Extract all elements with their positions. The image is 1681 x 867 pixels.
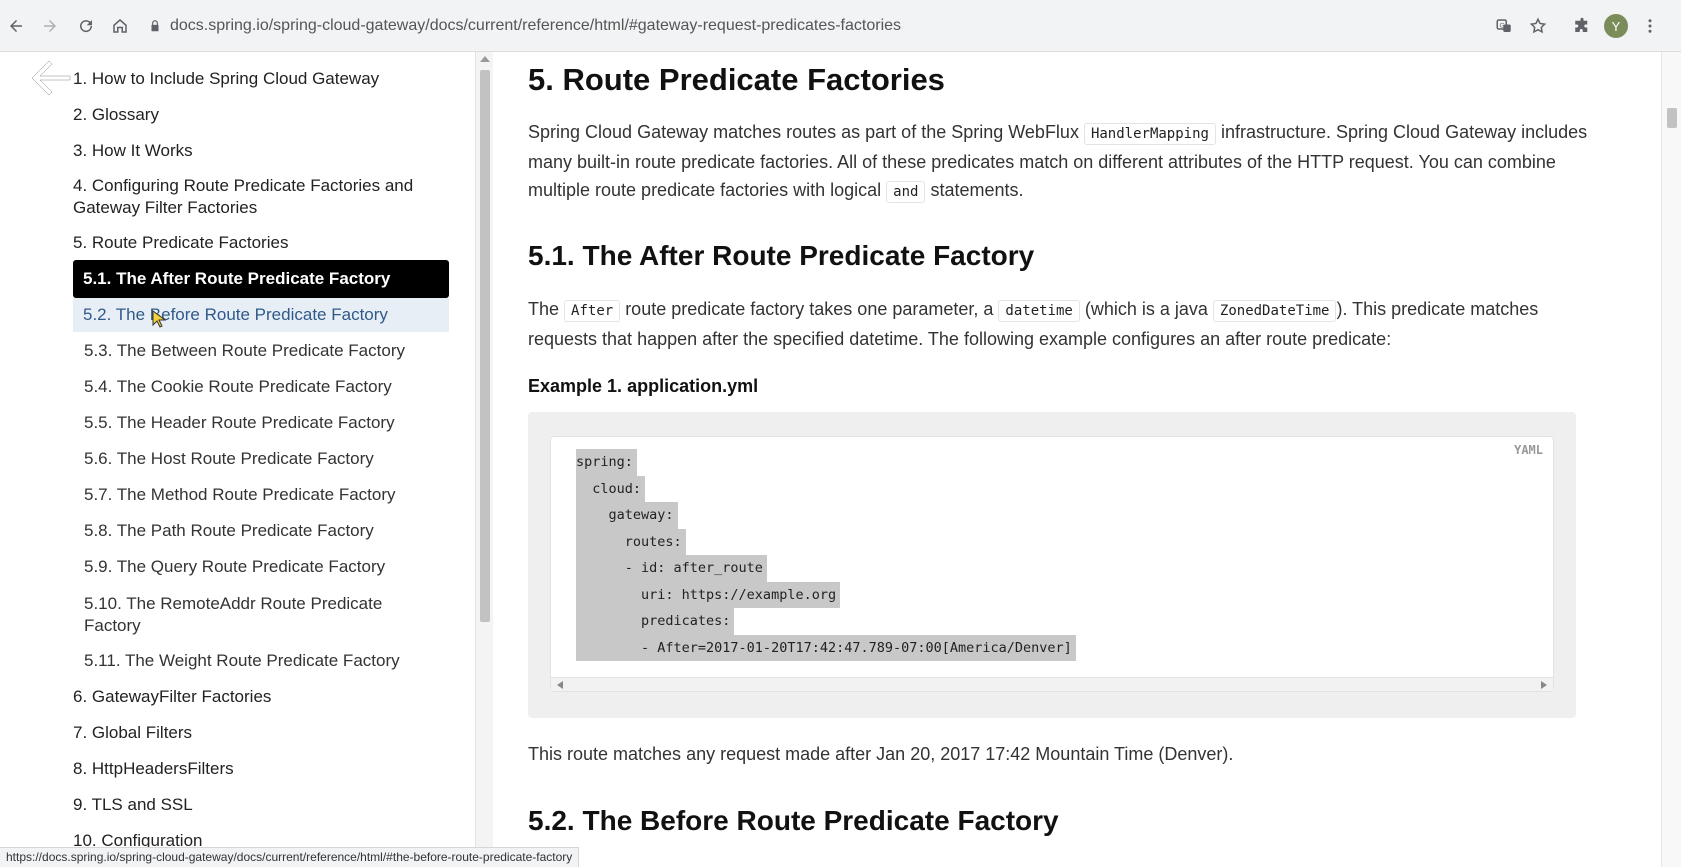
profile-avatar[interactable]: Y xyxy=(1604,14,1628,38)
code-line: routes: xyxy=(576,528,1076,555)
scroll-left-arrow-icon[interactable] xyxy=(557,681,563,689)
section-heading-5: 5. Route Predicate Factories xyxy=(528,62,945,97)
intro-paragraph: Spring Cloud Gateway matches routes as p… xyxy=(528,118,1588,206)
code-after: After xyxy=(564,300,621,322)
bookmark-star-icon[interactable] xyxy=(1526,14,1550,38)
code-line: gateway: xyxy=(576,502,1076,529)
after-text-1: The xyxy=(528,299,565,319)
code-line: spring: xyxy=(576,449,1076,476)
toc-item[interactable]: 3. How It Works xyxy=(73,140,193,162)
toc-item[interactable]: 5.6. The Host Route Predicate Factory xyxy=(84,448,374,470)
reload-icon[interactable] xyxy=(74,14,98,38)
address-bar[interactable]: docs.spring.io/spring-cloud-gateway/docs… xyxy=(148,9,1568,43)
toc-item[interactable]: 5.11. The Weight Route Predicate Factory xyxy=(84,650,400,672)
section-heading-5-2: 5.2. The Before Route Predicate Factory xyxy=(528,805,1059,836)
code-line: uri: https://example.org xyxy=(576,581,1076,608)
intro-text-1: Spring Cloud Gateway matches routes as p… xyxy=(528,122,1084,142)
code-horizontal-scrollbar[interactable] xyxy=(551,677,1553,691)
example-filename: application.yml xyxy=(627,376,759,396)
code-line: - After=2017-01-20T17:42:47.789-07:00[Am… xyxy=(576,634,1076,661)
toc-item[interactable]: 8. HttpHeadersFilters xyxy=(73,758,234,780)
toc-item[interactable]: 7. Global Filters xyxy=(73,722,192,744)
link-status-bar: https://docs.spring.io/spring-cloud-gate… xyxy=(0,847,580,867)
toc-item[interactable]: 5.10. The RemoteAddr Route Predicate Fac… xyxy=(84,593,404,637)
overlay-more-icon[interactable] xyxy=(1626,56,1640,96)
mouse-cursor-icon xyxy=(152,310,166,328)
toc-item[interactable]: 4. Configuring Route Predicate Factories… xyxy=(73,175,433,219)
scrollbar-thumb[interactable] xyxy=(480,70,490,622)
toc-item[interactable]: 9. TLS and SSL xyxy=(73,794,193,816)
code-line-text: gateway: xyxy=(576,502,678,529)
example-label: Example 1. xyxy=(528,376,623,396)
code-zoneddatetime: ZonedDateTime xyxy=(1212,300,1337,322)
code-line-text: routes: xyxy=(576,528,686,555)
code-handlermapping: HandlerMapping xyxy=(1083,123,1216,145)
back-icon[interactable] xyxy=(4,14,28,38)
cast-screen-icon[interactable] xyxy=(1428,56,1476,96)
sidebar-scrollbar[interactable] xyxy=(475,52,493,867)
scroll-right-arrow-icon[interactable] xyxy=(1541,681,1547,689)
code-language-label: YAML xyxy=(1514,443,1543,457)
toc-item[interactable]: 2. Glossary xyxy=(73,104,159,126)
code-line: - id: after_route xyxy=(576,555,1076,582)
code-line: predicates: xyxy=(576,608,1076,635)
code-lines: spring: cloud: gateway: routes: - id: af… xyxy=(576,449,1076,661)
code-datetime: datetime xyxy=(998,300,1080,322)
toc-item-active[interactable]: 5.1. The After Route Predicate Factory xyxy=(73,260,449,298)
intro-text-3: statements. xyxy=(925,180,1024,200)
code-line-text: - After=2017-01-20T17:42:47.789-07:00[Am… xyxy=(576,634,1076,661)
scroll-up-arrow-icon[interactable] xyxy=(480,56,490,62)
extensions-icon[interactable] xyxy=(1570,14,1594,38)
tv-label: TV xyxy=(1530,62,1556,84)
code-line-text: cloud: xyxy=(576,475,646,502)
url-text: docs.spring.io/spring-cloud-gateway/docs… xyxy=(170,17,902,34)
example-title: Example 1. application.yml xyxy=(528,376,758,397)
lock-icon xyxy=(151,20,159,32)
translate-icon[interactable]: G xyxy=(1492,14,1516,38)
code-block: YAML spring: cloud: gateway: routes: - i… xyxy=(528,412,1576,718)
toc-sidebar: 1. How to Include Spring Cloud Gateway 2… xyxy=(0,52,475,867)
browser-toolbar: docs.spring.io/spring-cloud-gateway/docs… xyxy=(0,0,1681,52)
toc-item[interactable]: 1. How to Include Spring Cloud Gateway xyxy=(73,68,379,90)
toc-item[interactable]: 5.4. The Cookie Route Predicate Factory xyxy=(84,376,392,398)
main-content: 5. Route Predicate Factories Spring Clou… xyxy=(493,52,1661,867)
code-line-text: uri: https://example.org xyxy=(576,581,841,608)
code-line-text: - id: after_route xyxy=(576,555,767,582)
toc-item[interactable]: 5.8. The Path Route Predicate Factory xyxy=(84,520,374,542)
main-scrollbar[interactable] xyxy=(1661,52,1681,867)
toc-item[interactable]: 5.7. The Method Route Predicate Factory xyxy=(84,484,396,506)
overlay-back-arrow-icon[interactable] xyxy=(30,56,74,100)
toc-item[interactable]: 5.3. The Between Route Predicate Factory xyxy=(84,340,405,362)
toc-item-hover[interactable]: 5.2. The Before Route Predicate Factory xyxy=(73,298,449,332)
forward-icon[interactable] xyxy=(38,14,62,38)
toc-item[interactable]: 6. GatewayFilter Factories xyxy=(73,686,271,708)
menu-kebab-icon[interactable] xyxy=(1638,14,1662,38)
code-line: cloud: xyxy=(576,475,1076,502)
toc-item[interactable]: 5.9. The Query Route Predicate Factory xyxy=(84,556,385,578)
after-text-3: (which is a java xyxy=(1079,299,1213,319)
code-line-text: predicates: xyxy=(576,608,735,635)
matches-paragraph: This route matches any request made afte… xyxy=(528,744,1234,764)
toc-item[interactable]: 5. Route Predicate Factories xyxy=(73,232,288,254)
code-listing[interactable]: YAML spring: cloud: gateway: routes: - i… xyxy=(550,436,1554,692)
after-paragraph: The After route predicate factory takes … xyxy=(528,295,1588,353)
home-icon[interactable] xyxy=(108,14,132,38)
section-heading-5-1: 5.1. The After Route Predicate Factory xyxy=(528,240,1035,271)
toc-item[interactable]: 5.5. The Header Route Predicate Factory xyxy=(84,412,395,434)
code-line-text: spring: xyxy=(576,449,637,476)
code-and: and xyxy=(886,181,926,203)
after-text-2: route predicate factory takes one parame… xyxy=(620,299,999,319)
tv-icon[interactable]: TV xyxy=(1518,56,1568,98)
scrollbar-thumb[interactable] xyxy=(1667,108,1677,128)
